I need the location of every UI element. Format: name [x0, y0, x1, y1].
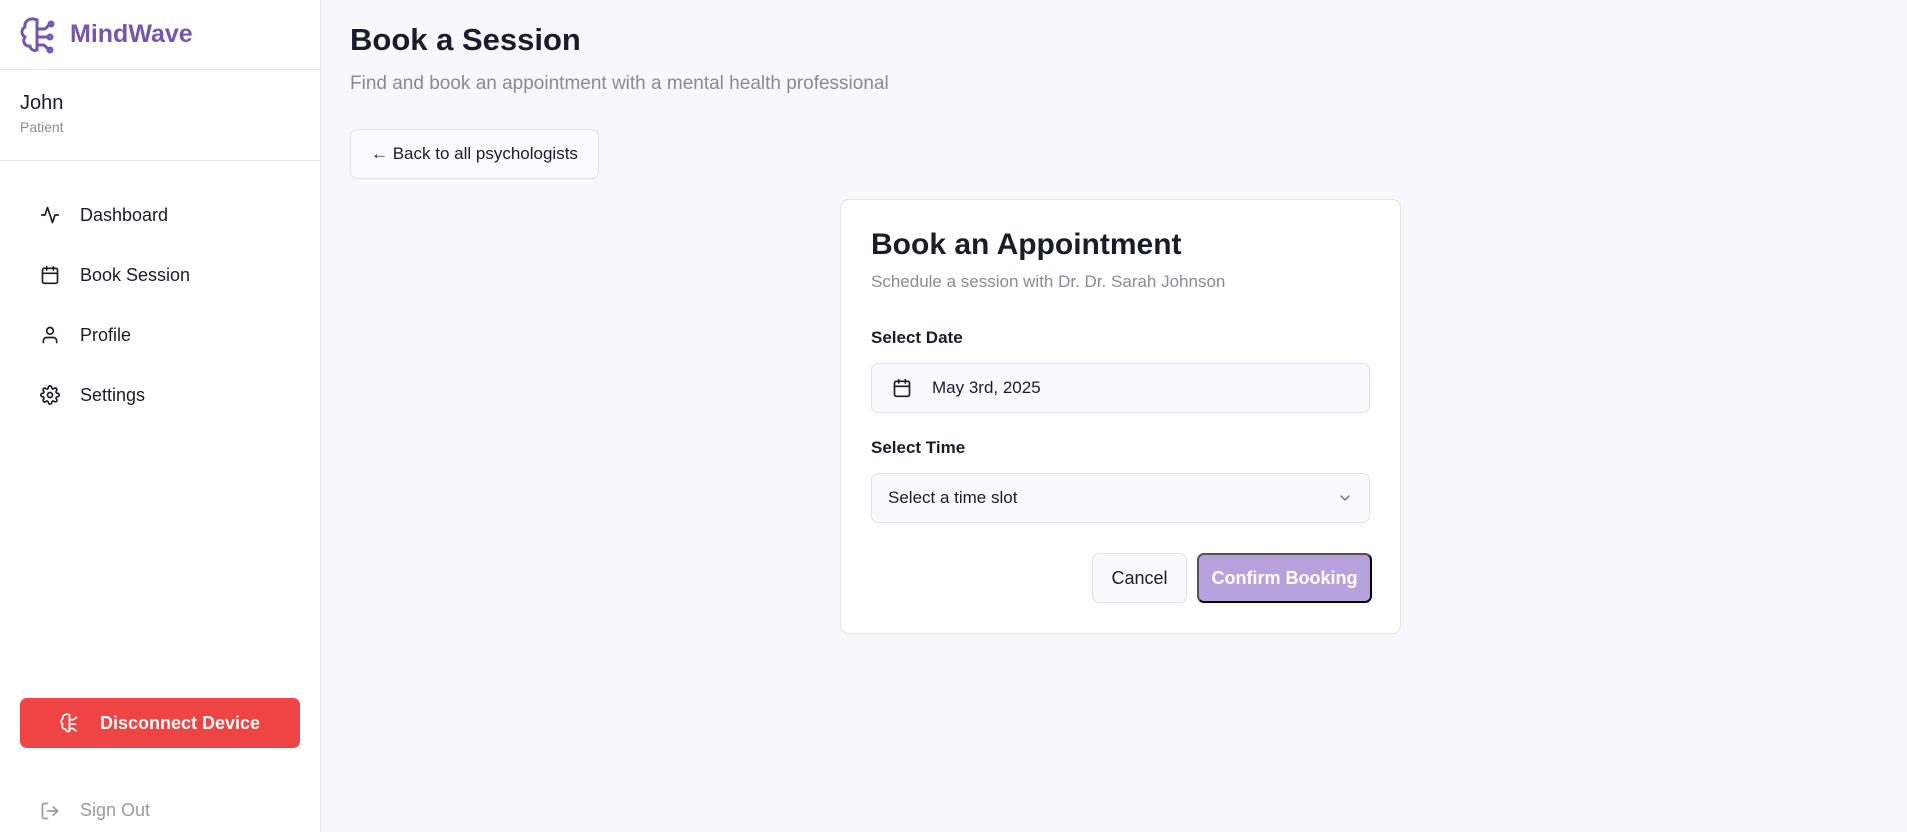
cancel-button[interactable]: Cancel — [1092, 553, 1187, 603]
select-date-label: Select Date — [871, 328, 963, 347]
user-name: John — [20, 92, 64, 114]
user-role: Patient — [20, 119, 64, 135]
booking-card: Book an Appointment Schedule a session w… — [840, 199, 1401, 634]
sign-out-button[interactable]: Sign Out — [40, 800, 150, 821]
activity-icon — [40, 206, 60, 224]
select-time-label: Select Time — [871, 438, 966, 457]
sidebar-item-book-session[interactable]: Book Session — [0, 245, 320, 305]
sidebar-item-label: Profile — [80, 324, 132, 345]
date-picker[interactable]: May 3rd, 2025 — [871, 363, 1370, 413]
user-icon — [42, 326, 58, 344]
calendar-icon — [893, 378, 911, 398]
sidebar: MindWave John Patient Dashboard Book Ses… — [0, 0, 321, 832]
booking-card-title: Book an Appointment — [871, 228, 1182, 261]
sidebar-item-dashboard[interactable]: Dashboard — [0, 185, 320, 245]
page-subtitle: Find and book an appointment with a ment… — [350, 73, 889, 94]
gear-icon — [40, 385, 60, 405]
sidebar-item-label: Book Session — [80, 264, 191, 285]
user-info: John Patient — [0, 70, 320, 161]
disconnect-device-label: Disconnect Device — [99, 712, 261, 733]
log-out-icon — [41, 802, 59, 819]
confirm-booking-button[interactable]: Confirm Booking — [1197, 553, 1372, 603]
time-slot-select[interactable]: Select a time slot — [871, 473, 1370, 523]
chevron-down-icon — [1340, 495, 1350, 501]
sidebar-item-label: Dashboard — [80, 204, 169, 225]
sidebar-item-label: Settings — [80, 384, 146, 405]
disconnect-device-button[interactable]: Disconnect Device — [20, 698, 300, 748]
time-slot-placeholder: Select a time slot — [888, 488, 1018, 507]
sidebar-item-settings[interactable]: Settings — [0, 365, 320, 425]
brand-name: MindWave — [70, 20, 193, 48]
back-to-psychologists-button[interactable]: ← Back to all psychologists — [350, 129, 599, 179]
brain-logo-icon — [20, 16, 55, 53]
main-content: Book a Session Find and book an appointm… — [322, 0, 1907, 832]
sidebar-nav: Dashboard Book Session Profile Settings — [0, 161, 320, 425]
brand[interactable]: MindWave — [0, 0, 320, 70]
selected-date: May 3rd, 2025 — [932, 378, 1041, 397]
sign-out-label: Sign Out — [80, 800, 151, 820]
calendar-icon — [41, 265, 59, 285]
page-title: Book a Session — [350, 22, 581, 57]
brain-icon — [60, 713, 78, 733]
sidebar-item-profile[interactable]: Profile — [0, 305, 320, 365]
booking-card-subtitle: Schedule a session with Dr. Dr. Sarah Jo… — [871, 272, 1226, 291]
